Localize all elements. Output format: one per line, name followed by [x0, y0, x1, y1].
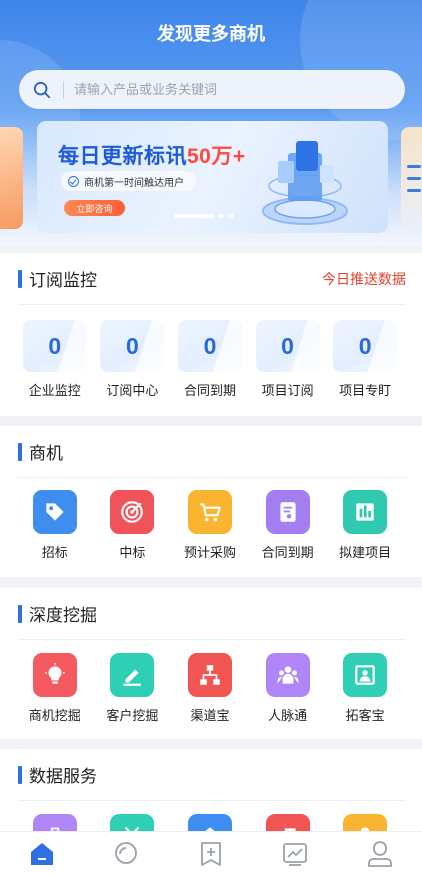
tab-search[interactable]: [84, 832, 168, 874]
banner-prev-slide[interactable]: [0, 127, 23, 229]
today-push-link[interactable]: 今日推送数据: [322, 269, 406, 289]
pen-icon: [110, 653, 155, 697]
section-header: 深度挖掘: [18, 588, 406, 640]
page-title: 发现更多商机: [157, 24, 265, 44]
stat-enterprise-monitor[interactable]: 0 企业监控: [16, 320, 94, 399]
tag-icon: [32, 490, 77, 534]
banner-subtitle: 商机第一时间触达用户: [61, 171, 196, 191]
bottom-tab-bar: [0, 831, 422, 874]
banner-next-slide[interactable]: [401, 127, 422, 229]
mining-grid: 商机挖掘 客户挖掘 渠道宝 人脉通 拓客宝: [16, 653, 410, 724]
stat-contract-expiry[interactable]: 0 合同到期: [171, 320, 249, 399]
tab-profile[interactable]: [338, 832, 422, 874]
nav-customer-mining[interactable]: 客户挖掘: [94, 653, 172, 724]
section-title: 订阅监控: [29, 271, 97, 290]
subscription-grid: 0 企业监控 0 订阅中心 0 合同到期 0 项目订阅 0 项目专盯: [16, 320, 410, 399]
nav-contacts[interactable]: 人脉通: [249, 653, 327, 724]
search-divider: [63, 80, 64, 99]
hero-header: 发现更多商机 每日更新标讯50万+ 商机第一时间触达用户 立即咨询: [0, 0, 422, 245]
data-cube-illustration: [262, 141, 348, 225]
stat-project-watch[interactable]: 0 项目专盯: [326, 320, 404, 399]
mining-section: 深度挖掘 商机挖掘 客户挖掘 渠道宝 人脉通 拓客宝: [0, 588, 422, 739]
search-input[interactable]: [74, 82, 374, 97]
search-bar[interactable]: [19, 70, 405, 109]
section-header: 数据服务: [18, 749, 406, 801]
nav-expected-purchase[interactable]: 预计采购: [171, 490, 249, 561]
section-title: 深度挖掘: [29, 606, 97, 625]
tab-add[interactable]: [169, 832, 253, 874]
people-icon: [265, 653, 310, 697]
nav-bidding[interactable]: 招标: [16, 490, 94, 561]
cart-icon: [187, 490, 232, 534]
nav-planned-project[interactable]: 拟建项目: [326, 490, 404, 561]
home-tab-icon: [31, 843, 54, 865]
add-tab-icon: [201, 842, 221, 866]
section-title: 数据服务: [29, 767, 97, 786]
lightbulb-icon: [32, 653, 77, 697]
business-section: 商机 招标 中标 预计采购 合同到期 拟建项目: [0, 426, 422, 577]
carousel-indicator: [174, 214, 234, 218]
data-service-section: 数据服务: [0, 749, 422, 839]
search-tab-icon: [114, 842, 137, 864]
search-icon: [33, 81, 51, 98]
stat-project-subscription[interactable]: 0 项目订阅: [249, 320, 327, 399]
nav-opportunity-mining[interactable]: 商机挖掘: [16, 653, 94, 724]
banner-headline: 每日更新标讯50万+: [58, 145, 246, 168]
consult-button[interactable]: 立即咨询: [64, 200, 125, 216]
tab-analytics[interactable]: [253, 832, 337, 874]
nav-client-expansion[interactable]: 拓客宝: [326, 653, 404, 724]
section-title: 商机: [29, 444, 63, 463]
target-icon: [110, 490, 155, 534]
business-grid: 招标 中标 预计采购 合同到期 拟建项目: [16, 490, 410, 561]
portrait-icon: [343, 653, 388, 697]
org-chart-icon: [187, 653, 232, 697]
stat-subscription-center[interactable]: 0 订阅中心: [94, 320, 172, 399]
nav-contract-expiry[interactable]: 合同到期: [249, 490, 327, 561]
chart-tab-icon: [283, 843, 308, 866]
user-tab-icon: [367, 841, 392, 867]
project-icon: [343, 490, 388, 534]
section-header: 订阅监控 今日推送数据: [18, 253, 406, 305]
contract-icon: [265, 490, 310, 534]
section-header: 商机: [18, 426, 406, 478]
nav-channel-treasure[interactable]: 渠道宝: [171, 653, 249, 724]
tab-home[interactable]: [0, 832, 84, 874]
check-circle-icon: [68, 175, 79, 187]
nav-winning-bid[interactable]: 中标: [94, 490, 172, 561]
subscription-section: 订阅监控 今日推送数据 0 企业监控 0 订阅中心 0 合同到期 0 项目订阅 0 项目专…: [0, 253, 422, 416]
